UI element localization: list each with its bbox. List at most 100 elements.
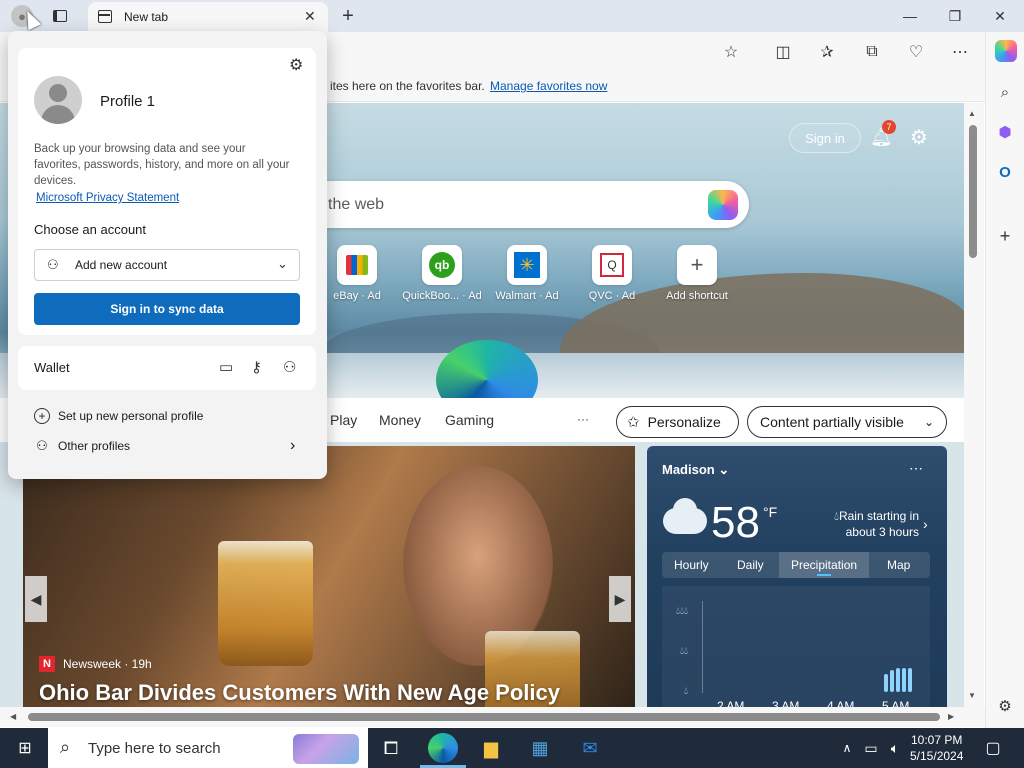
- time-label: 3 AM: [772, 699, 800, 707]
- nav-gaming[interactable]: Gaming: [445, 412, 494, 428]
- web-search-box[interactable]: the web: [300, 181, 749, 228]
- weather-tabs: Hourly Daily Precipitation Map: [662, 552, 930, 578]
- close-window-button[interactable]: ✕: [978, 4, 1022, 28]
- scroll-right-icon[interactable]: ▶: [948, 712, 954, 721]
- weather-tab-hourly[interactable]: Hourly: [674, 558, 709, 572]
- precipitation-bar: [902, 668, 906, 692]
- clock-date: 5/15/2024: [910, 749, 964, 763]
- scroll-left-icon[interactable]: ◀: [10, 712, 16, 721]
- edge-taskbar-icon[interactable]: [428, 733, 458, 763]
- choose-account-label: Choose an account: [34, 222, 147, 237]
- carousel-prev-button[interactable]: ◀: [25, 576, 47, 622]
- add-sidebar-app-icon[interactable]: +: [995, 226, 1015, 246]
- weather-tab-daily[interactable]: Daily: [737, 558, 764, 572]
- settings-more-icon[interactable]: ⋯: [949, 41, 971, 63]
- new-profile-item[interactable]: + Set up new personal profile: [34, 408, 203, 424]
- windows-start-icon[interactable]: ⊞: [12, 736, 38, 760]
- tab-actions-button[interactable]: [50, 6, 70, 26]
- file-explorer-icon[interactable]: ▆: [478, 736, 504, 760]
- manage-favorites-link[interactable]: Manage favorites now: [490, 79, 607, 93]
- person-icon: ⚇: [47, 257, 59, 272]
- nav-money[interactable]: Money: [379, 412, 421, 428]
- weather-tab-indicator: [817, 574, 831, 576]
- tab-new-tab[interactable]: New tab ✕: [88, 2, 328, 32]
- taskbar-search-box[interactable]: ⌕ Type here to search: [48, 728, 368, 768]
- outlook-icon[interactable]: O: [995, 162, 1015, 182]
- shortcut-quickbooks[interactable]: qb: [422, 245, 462, 285]
- profile-settings-gear-icon[interactable]: ⚙: [289, 55, 303, 75]
- password-key-icon[interactable]: ⚷: [251, 358, 262, 376]
- chevron-right-icon[interactable]: ›: [923, 516, 928, 532]
- news-photo-beer-glass: [218, 541, 313, 666]
- favorites-icon[interactable]: ✰: [816, 41, 838, 63]
- wallet-label: Wallet: [34, 360, 70, 375]
- taskbar-clock[interactable]: 10:07 PM 5/15/2024: [910, 732, 963, 764]
- precipitation-bar: [896, 668, 900, 692]
- carousel-next-button[interactable]: ▶: [609, 576, 631, 622]
- shortcut-ebay[interactable]: [337, 245, 377, 285]
- new-tab-button[interactable]: +: [338, 5, 358, 27]
- account-select[interactable]: ⚇ Add new account ⌄: [34, 249, 300, 281]
- time-label: 5 AM: [882, 699, 910, 707]
- show-hidden-icons-icon[interactable]: ∧: [834, 736, 860, 760]
- vertical-scroll-thumb[interactable]: [969, 125, 977, 258]
- close-tab-icon[interactable]: ✕: [304, 8, 316, 25]
- horizontal-scrollbar[interactable]: ◀ ▶: [0, 707, 985, 727]
- sign-in-button[interactable]: Sign in: [789, 123, 861, 153]
- split-screen-icon[interactable]: ◫: [772, 41, 794, 63]
- scroll-up-icon[interactable]: ▲: [968, 109, 976, 118]
- microsoft365-icon[interactable]: ⬢: [995, 122, 1015, 142]
- notification-badge: 7: [882, 120, 896, 134]
- payment-card-icon[interactable]: ▭: [219, 358, 233, 376]
- personalize-button[interactable]: ✩ Personalize: [616, 406, 739, 438]
- content-visibility-dropdown[interactable]: Content partially visible ⌄: [747, 406, 947, 438]
- copilot-search-icon[interactable]: [708, 190, 738, 220]
- content-visibility-label: Content partially visible: [760, 414, 904, 430]
- volume-icon[interactable]: 🔈︎: [882, 736, 908, 760]
- notifications-center-icon[interactable]: ▢: [980, 736, 1006, 760]
- weather-more-icon[interactable]: ⋯: [909, 460, 923, 477]
- precipitation-bar: [908, 668, 912, 692]
- scroll-down-icon[interactable]: ▼: [968, 691, 976, 700]
- chevron-right-icon: ›: [290, 437, 296, 454]
- sign-in-to-sync-button[interactable]: Sign in to sync data: [34, 293, 300, 325]
- walmart-icon: ✳: [514, 252, 540, 278]
- weather-tab-precipitation[interactable]: Precipitation: [791, 558, 857, 572]
- copilot-icon[interactable]: [995, 40, 1017, 62]
- add-shortcut-button[interactable]: +: [677, 245, 717, 285]
- weather-city[interactable]: Madison ⌄: [662, 462, 729, 478]
- network-icon[interactable]: ▭: [858, 736, 884, 760]
- collections-icon[interactable]: ⧉: [861, 41, 883, 63]
- browser-essentials-icon[interactable]: ♡: [905, 41, 927, 63]
- search-icon[interactable]: ⌕: [995, 82, 1015, 102]
- heavy-rain-icon: 💧︎💧︎💧︎: [676, 606, 688, 617]
- shortcut-walmart[interactable]: ✳: [507, 245, 547, 285]
- chevron-down-icon: ⌄: [277, 256, 288, 271]
- nav-more-button[interactable]: ···: [577, 412, 589, 426]
- clock-time: 10:07 PM: [911, 733, 963, 747]
- privacy-statement-link[interactable]: Microsoft Privacy Statement: [36, 192, 179, 204]
- weather-tab-map[interactable]: Map: [887, 558, 910, 572]
- personal-info-icon[interactable]: ⚇: [283, 358, 296, 376]
- sidebar-settings-icon[interactable]: ⚙: [995, 696, 1015, 716]
- rain-forecast: 💧︎Rain starting in about 3 hours: [834, 509, 919, 539]
- other-profiles-item[interactable]: ⚇ Other profiles ›: [34, 437, 304, 454]
- task-view-icon[interactable]: ⧠: [378, 736, 404, 760]
- wallet-card[interactable]: Wallet ▭ ⚷ ⚇: [18, 346, 316, 390]
- news-card[interactable]: ◀ ▶ N Newsweek · 19h Ohio Bar Divides Cu…: [23, 446, 635, 707]
- restore-button[interactable]: ❐: [933, 4, 977, 28]
- mail-icon[interactable]: ✉: [577, 736, 603, 760]
- favorite-star-icon[interactable]: ☆: [720, 41, 742, 63]
- add-circle-icon: +: [34, 408, 50, 424]
- minimize-button[interactable]: —: [888, 4, 932, 28]
- shortcut-qvc[interactable]: Q: [592, 245, 632, 285]
- horizontal-scroll-thumb[interactable]: [28, 713, 940, 721]
- light-rain-icon: 💧︎: [684, 686, 688, 697]
- vertical-scrollbar[interactable]: ▲ ▼: [964, 103, 984, 707]
- weather-card[interactable]: Madison ⌄ ⋯ 58 °F 💧︎Rain starting in abo…: [647, 446, 947, 707]
- microsoft-store-icon[interactable]: ▦: [527, 736, 553, 760]
- page-settings-gear-icon[interactable]: ⚙: [910, 125, 928, 150]
- news-headline[interactable]: Ohio Bar Divides Customers With New Age …: [39, 680, 560, 706]
- time-label: 2 AM: [717, 699, 745, 707]
- nav-play[interactable]: Play: [330, 412, 357, 428]
